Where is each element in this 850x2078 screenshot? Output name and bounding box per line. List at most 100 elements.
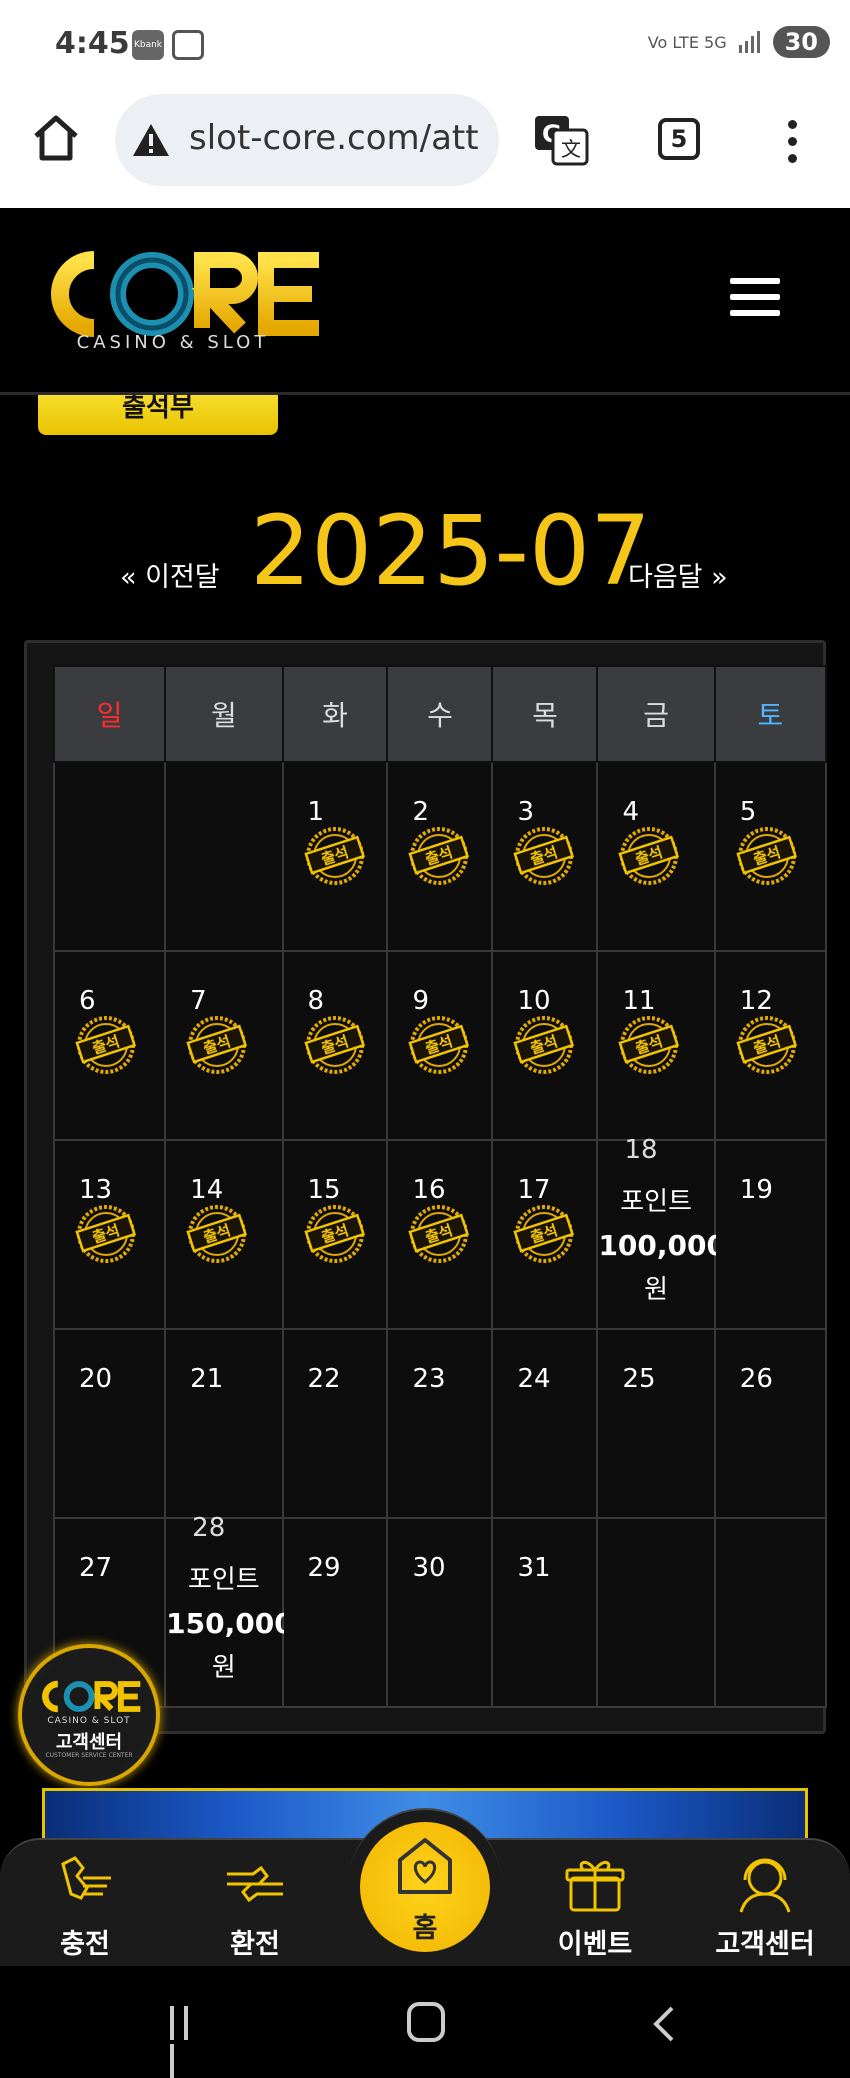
calendar-day-cell: 9 출석 <box>386 950 494 1141</box>
core-logo-small <box>42 1680 141 1713</box>
calendar-day-cell: 3 출석 <box>491 761 599 952</box>
calendar-panel: 일월화수목금토 1 출석 2 출석 3 출석 4 출석 5 출석 6 출석 7 출석 8 출석 9 출석 10 출석 1… <box>24 640 828 1734</box>
cs-float-label: 고객센터 <box>55 1732 123 1753</box>
weekday-header: 화 <box>281 665 389 763</box>
weekday-header: 금 <box>596 665 716 763</box>
nav-exchange[interactable]: 환전 <box>190 1854 320 1961</box>
attendance-stamp-icon: 출석 <box>303 1016 365 1074</box>
site-header: CASINO & SLOT <box>0 208 850 395</box>
calendar-day-cell: 7 출석 <box>164 950 284 1141</box>
reward-line: 100,000 <box>598 1229 726 1262</box>
reward-line: 원 <box>211 1653 236 1683</box>
weekday-header: 일 <box>52 665 167 763</box>
browser-menu-icon[interactable] <box>786 120 798 164</box>
day-number: 3 <box>517 797 535 827</box>
reward-line: 150,000 <box>166 1607 294 1640</box>
day-number: 9 <box>412 986 430 1016</box>
day-number: 19 <box>739 1175 773 1205</box>
calendar-day-cell: 15 출석 <box>281 1139 389 1330</box>
warning-icon[interactable] <box>131 122 171 158</box>
calendar-week-row: 1 출석 2 출석 3 출석 4 출석 5 출석 <box>52 761 828 952</box>
day-number: 26 <box>739 1364 773 1394</box>
calendar-day-cell: 8 출석 <box>281 950 389 1141</box>
calendar-day-cell <box>713 1517 828 1708</box>
attendance-stamp-icon: 출석 <box>513 1016 575 1074</box>
weekday-header: 월 <box>164 665 284 763</box>
browser-toolbar: slot-core.com/att G文 5 <box>0 90 850 208</box>
back-icon[interactable] <box>650 2006 680 2042</box>
calendar-day-cell: 23 <box>386 1328 494 1519</box>
weekday-header: 목 <box>491 665 599 763</box>
calendar-day-cell: 28 포인트 150,000 원 <box>164 1513 294 1708</box>
system-home-icon[interactable] <box>407 2002 445 2042</box>
calendar-day-cell <box>52 761 167 952</box>
calendar-day-cell: 1 출석 <box>281 761 389 952</box>
attendance-stamp-icon: 출석 <box>75 1016 137 1074</box>
tab-switcher-button[interactable]: 5 <box>658 118 700 160</box>
hamburger-menu-icon[interactable] <box>730 278 780 318</box>
calendar-week-row: 6 출석 7 출석 8 출석 9 출석 10 출석 11 출석 12 출석 <box>52 950 828 1141</box>
attendance-stamp-icon: 출석 <box>513 1205 575 1263</box>
day-number: 18 <box>624 1135 658 1165</box>
nav-home-wrapper: 홈 <box>348 1808 502 1962</box>
day-number: 15 <box>307 1175 341 1205</box>
attendance-stamp-icon: 출석 <box>736 827 797 885</box>
next-month-link[interactable]: 다음달 » <box>628 555 728 594</box>
cs-float-subtitle: CASINO & SLOT <box>47 1716 131 1726</box>
day-number: 31 <box>517 1553 551 1583</box>
recent-apps-icon[interactable] <box>170 2006 210 2078</box>
day-number: 28 <box>192 1513 226 1543</box>
gift-icon <box>565 1861 625 1912</box>
attendance-stamp-icon: 출석 <box>408 1016 470 1074</box>
calendar-day-cell: 30 <box>386 1517 494 1708</box>
reward-line: 원 <box>644 1275 669 1305</box>
month-title: 2025-07 <box>250 495 652 607</box>
url-text[interactable]: slot-core.com/att <box>189 118 489 158</box>
prev-month-link[interactable]: « 이전달 <box>120 555 220 594</box>
nav-event-label: 이벤트 <box>557 1929 633 1960</box>
system-navigation-bar <box>0 1966 850 2078</box>
nav-charge[interactable]: 충전 <box>20 1854 150 1961</box>
headset-icon <box>739 1858 791 1913</box>
day-number: 4 <box>622 797 639 827</box>
exchange-icon <box>227 1865 283 1903</box>
browser-home-icon[interactable] <box>30 112 82 164</box>
home-heart-icon <box>398 1838 452 1894</box>
calendar-day-cell: 17 출석 <box>491 1139 599 1330</box>
nav-home-button[interactable]: 홈 <box>360 1822 490 1952</box>
day-number: 23 <box>412 1364 446 1394</box>
day-number: 16 <box>412 1175 446 1205</box>
battery-indicator: 30 <box>772 26 830 58</box>
signal-icon <box>738 31 760 53</box>
weekday-header: 수 <box>386 665 494 763</box>
day-number: 24 <box>517 1364 551 1394</box>
attendance-tab[interactable]: 출석부 <box>38 395 278 435</box>
day-number: 30 <box>412 1553 446 1583</box>
calendar-day-cell: 20 <box>52 1328 167 1519</box>
reward-line: 포인트 <box>620 1187 692 1217</box>
charge-icon <box>61 1856 111 1900</box>
kbank-notification-icon: Kbank <box>132 30 164 60</box>
nav-support[interactable]: 고객센터 <box>700 1854 830 1961</box>
customer-service-float-button[interactable]: CASINO & SLOT 고객센터 CUSTOMER SERVICE CENT… <box>18 1644 160 1786</box>
calendar-week-row: 13 출석 14 출석 15 출석 16 출석 17 출석 18 포인트 100,000 원 19 <box>52 1135 828 1330</box>
translate-icon[interactable]: G文 <box>533 114 589 166</box>
address-bar[interactable]: slot-core.com/att <box>115 94 499 186</box>
calendar-day-cell: 12 출석 <box>713 950 828 1141</box>
calendar-day-cell: 21 <box>164 1328 284 1519</box>
day-number: 27 <box>79 1553 113 1583</box>
calendar-day-cell: 5 출석 <box>713 761 828 952</box>
day-number: 11 <box>622 986 656 1016</box>
day-number: 6 <box>79 986 96 1016</box>
attendance-stamp-icon: 출석 <box>408 1205 470 1263</box>
reward-label: 포인트 150,000 원 <box>166 1559 294 1690</box>
day-number: 10 <box>517 986 551 1016</box>
nav-event[interactable]: 이벤트 <box>530 1854 660 1961</box>
day-number: 5 <box>739 797 757 827</box>
calendar-day-cell <box>164 761 284 952</box>
day-number: 21 <box>190 1364 224 1394</box>
reward-line: 포인트 <box>187 1565 260 1595</box>
day-number: 14 <box>190 1175 224 1205</box>
day-number: 7 <box>190 986 207 1016</box>
calendar-week-row: 27 28 포인트 150,000 원 29 30 31 <box>52 1513 828 1708</box>
